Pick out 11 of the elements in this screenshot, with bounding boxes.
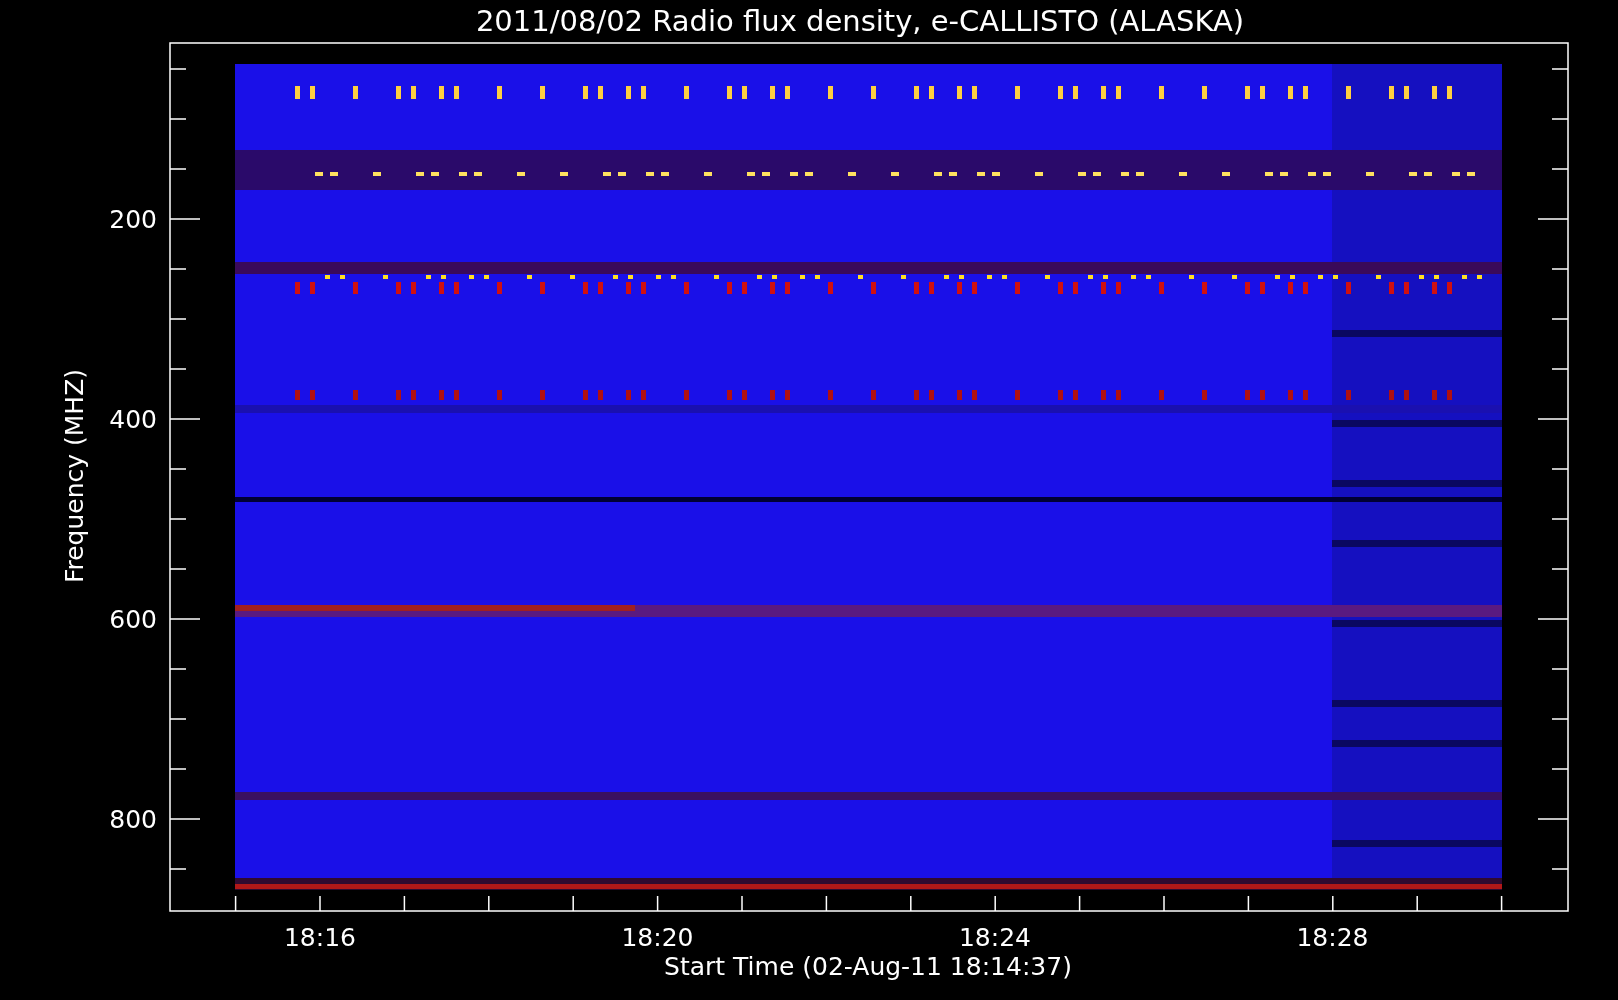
- y-axis-label: Frequency (MHZ): [60, 368, 89, 584]
- y-tick-label: 800: [109, 805, 157, 834]
- y-tick-label: 600: [109, 605, 157, 634]
- x-axis-label: Start Time (02-Aug-11 18:14:37): [664, 952, 1072, 981]
- y-tick-label: 200: [109, 205, 157, 234]
- x-tick-label: 18:28: [1296, 923, 1369, 952]
- y-tick-label: 400: [109, 405, 157, 434]
- x-tick-label: 18:16: [284, 923, 356, 952]
- x-tick-label: 18:24: [959, 923, 1031, 952]
- chart-title: 2011/08/02 Radio flux density, e-CALLISTO (ALASKA): [475, 4, 1245, 38]
- x-tick-label: 18:20: [621, 923, 694, 952]
